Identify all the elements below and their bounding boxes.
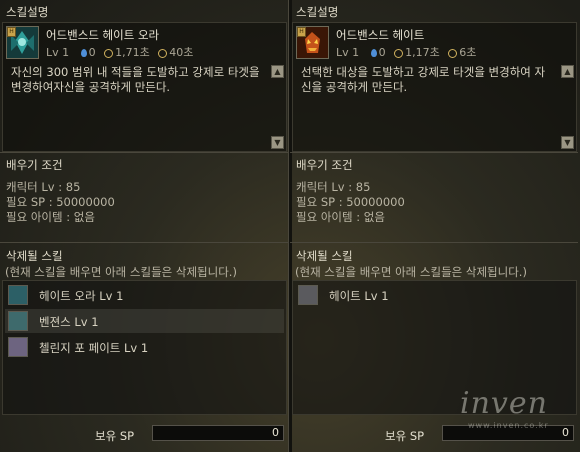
scroll-up-button[interactable]: ▲: [271, 65, 284, 78]
skill-stats: Lv 1 0 1,17초 6초: [336, 44, 476, 60]
list-item[interactable]: 헤이트 오라 Lv 1: [5, 283, 284, 307]
skill-stats: Lv 1 0 1,71초 40초: [46, 44, 193, 60]
deleted-skills-list: 헤이트 오라 Lv 1 벤젼스 Lv 1 첼린지 포 페이트 Lv 1: [2, 280, 287, 415]
sp-label: 보유 SP: [385, 429, 425, 443]
deleted-skills-note: (현재 스킬을 배우면 아래 스킬들은 삭제됩니다.): [5, 265, 237, 279]
deleted-skills-title: 삭제될 스킬: [6, 249, 63, 263]
mp-cost: 0: [378, 46, 386, 59]
item-req: 필요 아이템 : 없음: [296, 210, 385, 224]
advanced-hate-icon: H: [296, 26, 329, 59]
cast-time: 1,71초: [115, 46, 150, 59]
divider: [290, 242, 578, 243]
mp-icon: [80, 49, 87, 57]
scroll-down-button[interactable]: ▼: [561, 136, 574, 149]
learn-conditions-title: 배우기 조건: [6, 158, 63, 172]
scroll-down-button[interactable]: ▼: [271, 136, 284, 149]
cast-time-icon: [104, 48, 114, 58]
item-req: 필요 아이템 : 없음: [6, 210, 95, 224]
list-item[interactable]: 벤젼스 Lv 1: [5, 309, 284, 333]
skill-name: 어드밴스드 헤이트: [336, 28, 425, 42]
right-skill-panel: 스킬설명 H 어드밴스드 헤이트 Lv 1 0 1,17초 6초 선택한 대상을…: [290, 0, 580, 452]
divider: [0, 242, 288, 243]
deleted-skills-note: (현재 스킬을 배우면 아래 스킬들은 삭제됩니다.): [295, 265, 527, 279]
skill-name: 어드밴스드 헤이트 오라: [46, 28, 160, 42]
skill-learn-window: 스킬설명 H 어드밴스드 헤이트 오라 Lv 1 0 1,71초 40초 자신의…: [0, 0, 580, 452]
hate-aura-small-icon: [8, 285, 28, 305]
skill-info-box: H 어드밴스드 헤이트 Lv 1 0 1,17초 6초 선택한 대상을 도발하고…: [292, 22, 577, 152]
learn-conditions-title: 배우기 조건: [296, 158, 353, 172]
section-title: 스킬설명: [296, 5, 339, 19]
mp-cost: 0: [88, 46, 96, 59]
section-title: 스킬설명: [6, 5, 49, 19]
deleted-skills-title: 삭제될 스킬: [296, 249, 353, 263]
cast-time: 1,17초: [405, 46, 440, 59]
inven-watermark-logo: inven: [460, 386, 548, 421]
hate-icon: [298, 285, 318, 305]
skill-description: 선택한 대상을 도발하고 강제로 타겟을 변경하여 자신을 공격하게 만든다.: [301, 65, 546, 94]
list-item-label: 벤젼스 Lv 1: [39, 315, 99, 329]
mp-icon: [370, 49, 377, 57]
divider: [290, 152, 578, 153]
cooldown-icon: [448, 48, 458, 58]
cooldown: 40초: [169, 46, 194, 59]
divider: [0, 152, 288, 153]
skill-info-box: H 어드밴스드 헤이트 오라 Lv 1 0 1,71초 40초 자신의 300 …: [2, 22, 287, 152]
list-item[interactable]: 헤이트 Lv 1: [295, 283, 574, 307]
list-item-label: 헤이트 오라 Lv 1: [39, 289, 124, 303]
sp-value-field: 0: [152, 425, 284, 441]
skill-description: 자신의 300 범위 내 적들을 도발하고 강제로 타겟을 변경하여자신을 공격…: [11, 65, 260, 94]
sp-req: 필요 SP : 50000000: [6, 195, 115, 209]
skill-level: Lv 1: [46, 46, 70, 59]
char-level-req: 캐릭터 Lv : 85: [296, 180, 371, 194]
cooldown-icon: [158, 48, 168, 58]
cast-time-icon: [394, 48, 404, 58]
list-item-label: 첼린지 포 페이트 Lv 1: [39, 341, 149, 355]
sp-req: 필요 SP : 50000000: [296, 195, 405, 209]
char-level-req: 캐릭터 Lv : 85: [6, 180, 81, 194]
sp-label: 보유 SP: [95, 429, 135, 443]
vengeance-icon: [8, 311, 28, 331]
hate-aura-icon: H: [6, 26, 39, 59]
left-skill-panel: 스킬설명 H 어드밴스드 헤이트 오라 Lv 1 0 1,71초 40초 자신의…: [0, 0, 290, 452]
skill-level: Lv 1: [336, 46, 360, 59]
list-item-label: 헤이트 Lv 1: [329, 289, 389, 303]
challenge-for-fate-icon: [8, 337, 28, 357]
cooldown: 6초: [459, 46, 477, 59]
scroll-up-button[interactable]: ▲: [561, 65, 574, 78]
watermark-url: www.inven.co.kr: [468, 421, 549, 430]
list-item[interactable]: 첼린지 포 페이트 Lv 1: [5, 335, 284, 359]
